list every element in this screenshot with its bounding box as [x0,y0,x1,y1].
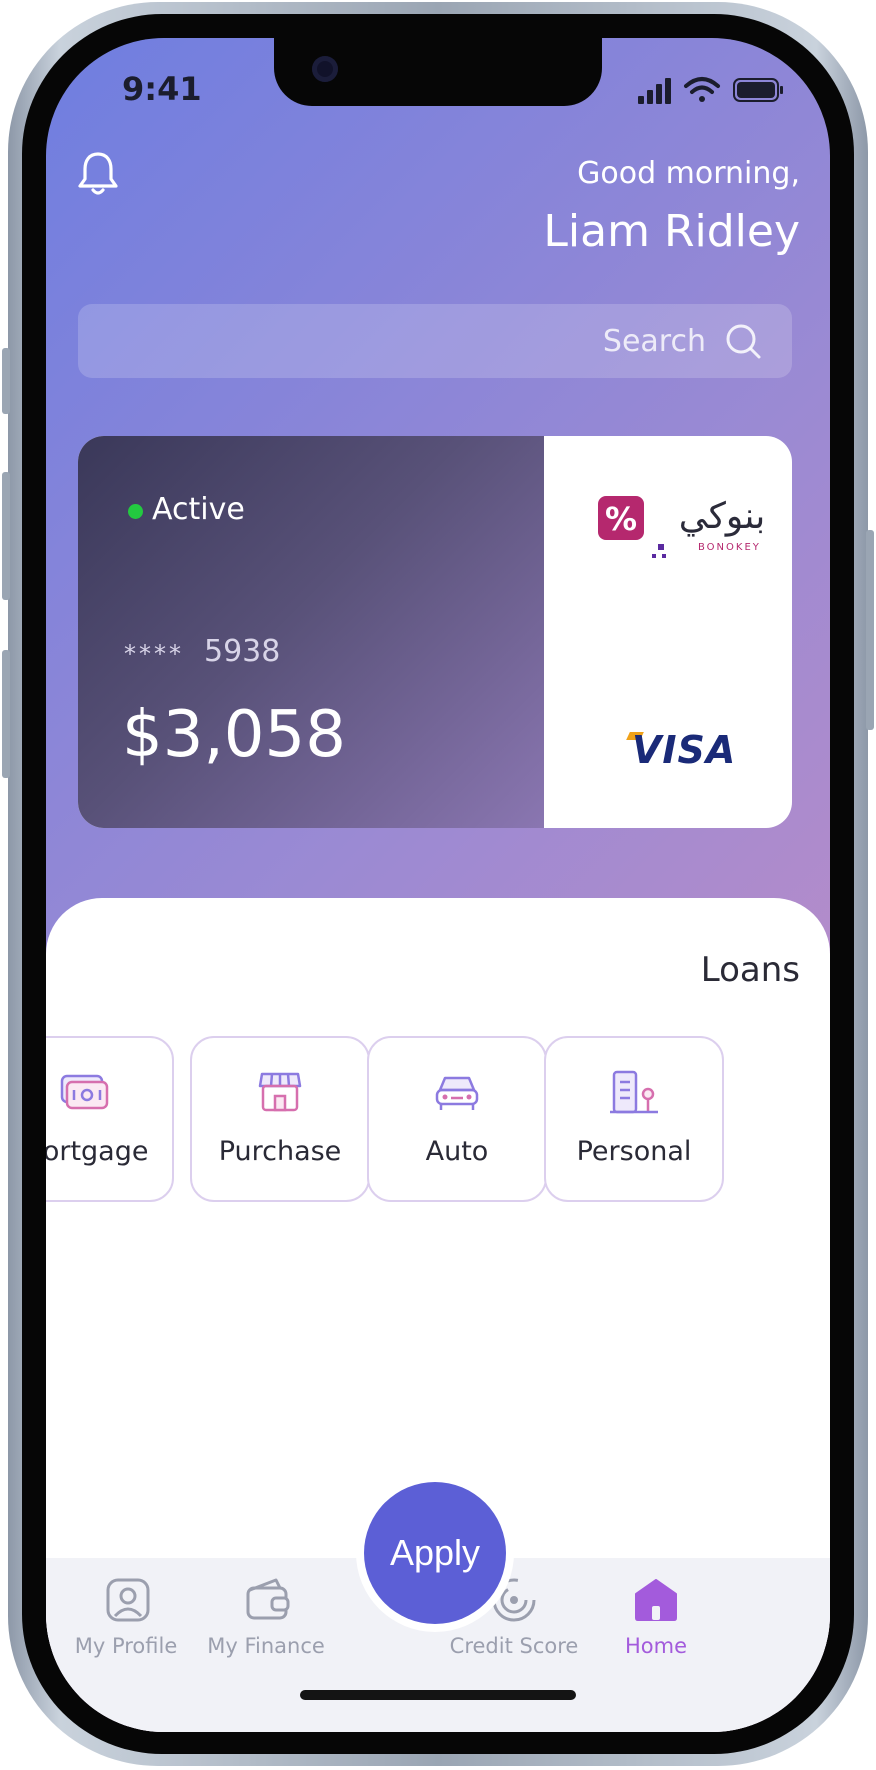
home-indicator [300,1690,576,1700]
tab-label: Credit Score [449,1634,579,1658]
loan-card-personal[interactable]: Personal [544,1036,724,1202]
logo-percent-glyph: % [605,500,637,538]
wallet-icon [246,1578,290,1620]
apply-button[interactable]: Apply [364,1482,506,1624]
loan-label: Auto [425,1136,489,1167]
card-last4: 5938 [204,634,281,669]
tab-my-finance[interactable]: My Finance [186,1558,346,1678]
greeting: Good morning, [577,156,800,191]
card-number-mask: **** [124,640,184,668]
volume-down-button [2,650,10,778]
user-name: Liam Ridley [543,206,800,257]
signal-icon [638,78,671,104]
active-status-dot [128,504,143,519]
search-bar[interactable]: Search [78,304,792,378]
brand-arabic: بنوكي [679,496,766,537]
mute-switch [2,348,10,414]
tab-label: Home [624,1634,687,1658]
bank-card[interactable]: Active **** 5938 $3,058 % بنوكي BONOKEY … [78,436,792,828]
loan-card-auto[interactable]: Auto [367,1036,547,1202]
power-button [866,530,874,730]
loan-label: Mortgage [46,1136,149,1167]
tab-my-profile[interactable]: My Profile [46,1558,206,1678]
battery-icon [733,78,783,102]
tab-label: My Finance [207,1634,325,1658]
volume-up-button [2,472,10,600]
bonokey-logo: % بنوكي BONOKEY [598,496,766,558]
search-icon[interactable] [724,322,762,360]
front-camera [312,56,338,82]
loan-card-purchase[interactable]: Purchase [190,1036,370,1202]
status-time: 9:41 [122,70,202,108]
status-icons [638,77,783,104]
loans-title: Loans [700,950,800,990]
tab-label: My Profile [74,1634,178,1658]
loan-card-mortgage[interactable]: Mortgage [46,1036,174,1202]
search-placeholder: Search [602,324,706,359]
car-icon [435,1076,479,1110]
bell-icon[interactable] [76,150,120,198]
wifi-icon [684,77,720,102]
store-icon [258,1072,302,1112]
card-status: Active [152,492,245,527]
screen: 9:41 Good morning, Liam Ridley Search Ac… [46,38,830,1732]
card-balance: $3,058 [122,698,346,772]
money-icon [60,1074,109,1110]
visa-logo: VISA [632,728,737,772]
loan-label: Personal [576,1136,692,1167]
profile-icon [106,1578,150,1622]
brand-latin: BONOKEY [698,542,761,553]
card-panel: Active **** 5938 $3,058 [78,436,544,828]
building-person-icon [610,1070,658,1114]
home-icon [635,1579,677,1621]
tab-home[interactable]: Home [576,1558,736,1678]
loan-label: Purchase [218,1136,342,1167]
